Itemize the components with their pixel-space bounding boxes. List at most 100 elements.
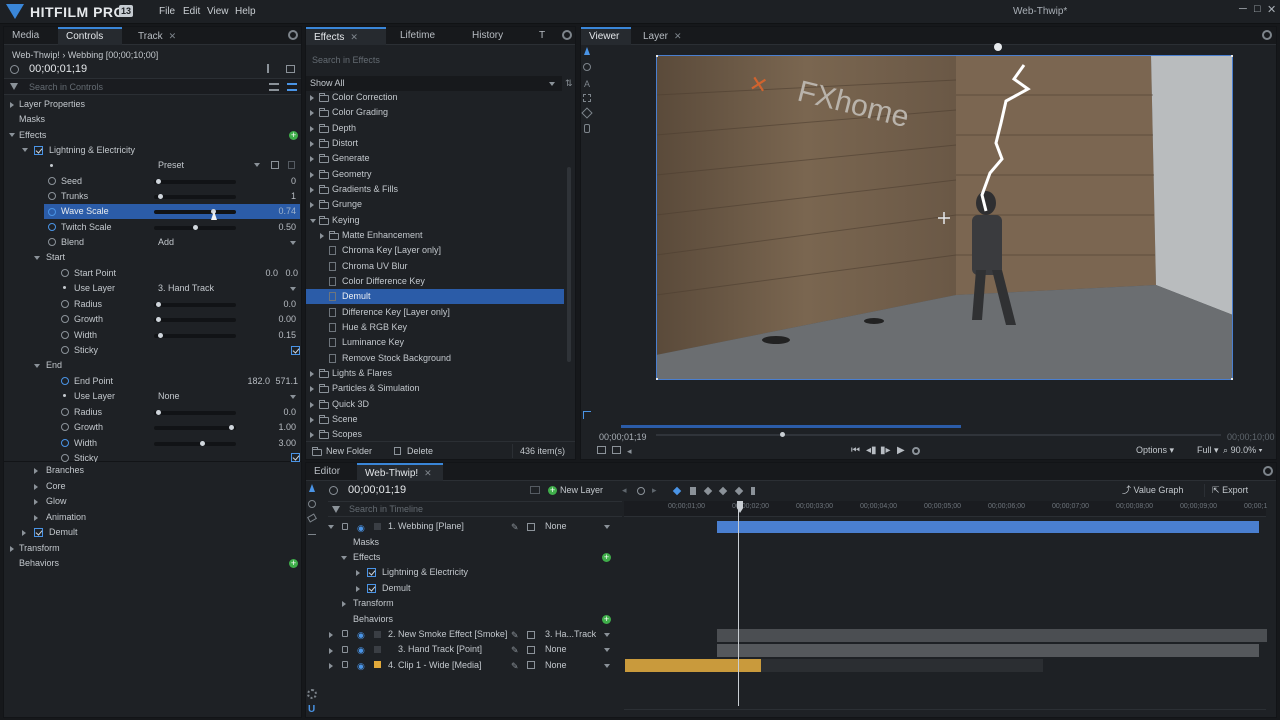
effects-subfolder[interactable]: Matte Enhancement <box>306 228 564 243</box>
visibility-eye-icon[interactable]: ◉ <box>357 645 365 656</box>
effects-folder[interactable]: Keying <box>306 213 564 228</box>
next-keyframe-icon[interactable]: ▸ <box>652 485 657 496</box>
start-growth-slider[interactable] <box>154 317 236 322</box>
tree-animation[interactable]: Animation <box>46 510 86 525</box>
layer-transform[interactable]: Transform <box>353 596 394 611</box>
tab-layer[interactable]: Layer ✕ <box>635 27 695 45</box>
seed-value[interactable]: 0 <box>254 174 296 189</box>
expand-arrow-icon[interactable] <box>10 102 14 108</box>
tree-layer-properties[interactable]: Layer Properties <box>19 97 85 112</box>
add-behavior-icon[interactable]: + <box>602 615 611 624</box>
collapse-arrow-icon[interactable] <box>34 364 40 368</box>
effects-folder[interactable]: Geometry <box>306 167 564 182</box>
delete-preset-icon[interactable] <box>288 161 295 169</box>
end-sticky-checkbox[interactable] <box>291 453 300 462</box>
timeline-select-tool-icon[interactable] <box>309 484 315 492</box>
start-radius-keyframe-icon[interactable] <box>61 300 69 308</box>
tab-editor[interactable]: Editor <box>306 463 352 481</box>
close-tab-icon[interactable]: ✕ <box>169 31 177 41</box>
filter-icon[interactable] <box>10 83 18 90</box>
edit-layer-icon[interactable]: ✎ <box>511 661 519 672</box>
expand-arrow-icon[interactable] <box>329 663 333 669</box>
marker-icon[interactable] <box>637 487 645 495</box>
collapse-arrow-icon[interactable] <box>341 556 347 560</box>
list-view-icon[interactable] <box>269 83 279 91</box>
expand-arrow-icon[interactable] <box>34 468 38 474</box>
composite-icon[interactable] <box>530 486 540 494</box>
trunks-slider-knob[interactable] <box>158 194 163 199</box>
expand-arrow-icon[interactable] <box>320 233 324 239</box>
end-radius-value[interactable]: 0.0 <box>254 405 296 420</box>
end-radius-keyframe-icon[interactable] <box>61 408 69 416</box>
layer-clip-name[interactable]: 4. Clip 1 - Wide [Media] <box>388 658 482 673</box>
twitch-scale-slider-knob[interactable] <box>193 225 198 230</box>
expand-arrow-icon[interactable] <box>329 648 333 654</box>
effect-item[interactable]: Demult <box>306 289 564 304</box>
effects-folder[interactable]: Scopes <box>306 427 564 442</box>
effects-folder[interactable]: Gradients & Fills <box>306 182 564 197</box>
layer-masks[interactable]: Masks <box>353 535 379 550</box>
timeline-ruler[interactable]: 00;00;01;00 00;00;02;00 00;00;03;00 00;0… <box>624 501 1267 517</box>
timeline-search-input[interactable]: Search in Timeline <box>349 503 609 515</box>
end-width-value[interactable]: 3.00 <box>254 436 296 451</box>
end-use-layer-dropdown[interactable]: None <box>158 389 180 404</box>
layer-behaviors[interactable]: Behaviors <box>353 612 393 627</box>
timeline-slip-tool-icon[interactable] <box>308 500 316 508</box>
value-graph-button[interactable]: ⤴ Value Graph <box>1122 483 1183 498</box>
end-width-slider[interactable] <box>154 441 236 446</box>
effects-folder[interactable]: Generate <box>306 151 564 166</box>
smoke-track-bar[interactable] <box>717 629 1267 642</box>
effects-scrollbar[interactable] <box>567 167 571 362</box>
start-use-layer-dropdown[interactable]: 3. Hand Track <box>158 281 214 296</box>
expand-arrow-icon[interactable] <box>310 432 314 438</box>
visibility-eye-icon[interactable]: ◉ <box>357 523 365 534</box>
timeline-zoom-bar[interactable] <box>624 709 1266 715</box>
end-width-keyframe-icon[interactable] <box>61 439 69 447</box>
start-sticky-checkbox[interactable] <box>291 346 300 355</box>
go-to-start-icon[interactable]: ⏮ <box>851 445 860 456</box>
seed-slider-knob[interactable] <box>156 179 161 184</box>
start-radius-value[interactable]: 0.0 <box>254 297 296 312</box>
snapshot-icon[interactable] <box>597 446 606 454</box>
panel-menu-icon[interactable] <box>562 30 572 40</box>
viewer-scrub-track[interactable] <box>656 432 1221 437</box>
tab-track[interactable]: Track ✕ <box>130 27 190 45</box>
trunks-value[interactable]: 1 <box>254 189 296 204</box>
layer-smoke-name[interactable]: 2. New Smoke Effect [Smoke] <box>388 627 507 642</box>
end-growth-slider-knob[interactable] <box>229 425 234 430</box>
tab-media[interactable]: Media <box>4 27 58 45</box>
wave-scale-keyframe-icon[interactable] <box>48 208 56 216</box>
start-point-x[interactable]: 0.0 <box>244 266 278 281</box>
preset-dropdown[interactable]: Preset <box>158 158 184 173</box>
start-growth-keyframe-icon[interactable] <box>61 315 69 323</box>
close-window-icon[interactable]: ✕ <box>1267 3 1276 16</box>
lock-icon[interactable] <box>342 523 348 530</box>
add-behavior-icon[interactable]: + <box>289 559 298 568</box>
viewer-playhead[interactable] <box>780 432 785 437</box>
effects-filter-dropdown[interactable]: Show All <box>306 76 562 91</box>
start-width-value[interactable]: 0.15 <box>254 328 296 343</box>
twitch-scale-slider[interactable] <box>154 225 236 230</box>
tab-history[interactable]: History <box>464 27 516 45</box>
effect-item[interactable]: Luminance Key <box>306 335 564 350</box>
fx-demult-checkbox[interactable] <box>367 584 376 593</box>
end-sticky-keyframe-icon[interactable] <box>61 454 69 462</box>
tab-more[interactable]: T <box>531 27 553 45</box>
magnet-icon[interactable]: U <box>308 704 315 715</box>
expand-arrow-icon[interactable] <box>310 141 314 147</box>
end-radius-slider[interactable] <box>154 410 236 415</box>
menu-help[interactable]: Help <box>235 6 256 17</box>
minimize-icon[interactable]: ─ <box>1239 3 1247 15</box>
keyframe-linear-icon[interactable] <box>751 487 755 495</box>
fx-lightning-name[interactable]: Lightning & Electricity <box>382 565 468 580</box>
seed-slider[interactable] <box>154 179 236 184</box>
save-preset-icon[interactable] <box>271 161 279 169</box>
effect-item[interactable]: Color Difference Key <box>306 274 564 289</box>
edit-layer-icon[interactable]: ✎ <box>511 522 519 533</box>
end-point-x[interactable]: 182.0 <box>234 374 270 389</box>
expand-arrow-icon[interactable] <box>10 546 14 552</box>
maximize-icon[interactable]: □ <box>1254 3 1261 15</box>
wave-scale-slider[interactable] <box>154 209 236 214</box>
layer-effects[interactable]: Effects <box>353 550 380 565</box>
tree-demult[interactable]: Demult <box>49 525 78 540</box>
